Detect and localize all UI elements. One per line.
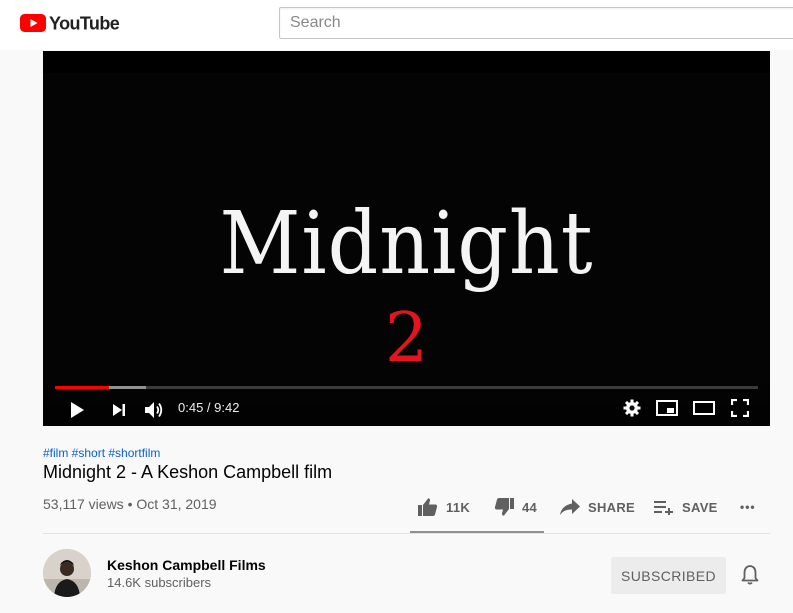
next-button[interactable] <box>107 398 131 422</box>
settings-button[interactable] <box>620 396 644 420</box>
dislike-count: 44 <box>522 499 538 515</box>
title-card-number: 2 <box>384 299 429 378</box>
volume-icon <box>145 402 163 418</box>
more-icon: ••• <box>740 500 756 514</box>
subscriber-count: 14.6K subscribers <box>107 575 212 590</box>
bell-icon <box>741 565 759 585</box>
title-card-text: Midnight <box>219 194 594 294</box>
like-button[interactable]: 11K <box>418 495 470 519</box>
subscribed-button[interactable]: SUBSCRIBED <box>611 557 726 594</box>
like-count: 11K <box>446 499 471 515</box>
fullscreen-button[interactable] <box>728 396 752 420</box>
notification-bell-button[interactable] <box>738 563 762 587</box>
volume-button[interactable] <box>141 397 167 423</box>
share-icon <box>560 499 580 515</box>
dislike-button[interactable]: 44 <box>494 495 537 519</box>
logo-text: YouTube <box>49 11 120 33</box>
video-player[interactable]: Midnight 2 0:45 / 9:42 <box>43 51 770 426</box>
theater-mode-icon <box>693 401 715 415</box>
gear-icon <box>623 399 641 417</box>
channel-name[interactable]: Keshon Campbell Films <box>107 557 266 573</box>
save-label: SAVE <box>682 499 718 515</box>
top-bar: YouTube <box>0 0 793 50</box>
miniplayer-button[interactable] <box>655 396 679 420</box>
share-label: SHARE <box>588 499 636 515</box>
theater-mode-button[interactable] <box>691 396 717 420</box>
next-icon <box>113 404 125 416</box>
hashtags-link[interactable]: #film #short #shortfilm <box>43 446 160 460</box>
thumbs-up-icon <box>418 498 438 516</box>
search-input[interactable] <box>280 8 793 38</box>
play-button[interactable] <box>65 398 89 422</box>
video-title: Midnight 2 - A Keshon Campbell film <box>43 462 333 482</box>
divider <box>43 533 770 534</box>
play-icon <box>71 402 84 418</box>
time-display: 0:45 / 9:42 <box>178 400 240 415</box>
channel-avatar-image <box>43 549 91 597</box>
share-button[interactable]: SHARE <box>560 495 635 519</box>
fullscreen-icon <box>731 399 749 417</box>
more-actions-button[interactable]: ••• <box>740 495 756 519</box>
youtube-logo[interactable]: YouTube <box>20 11 120 33</box>
miniplayer-icon <box>656 400 678 416</box>
save-button[interactable]: SAVE <box>654 495 718 519</box>
view-count-date: 53,117 views • Oct 31, 2019 <box>43 496 217 512</box>
progress-played <box>55 386 110 389</box>
channel-avatar[interactable] <box>43 549 91 597</box>
thumbs-down-icon <box>494 498 514 516</box>
youtube-logo-icon <box>20 14 46 32</box>
add-to-playlist-icon <box>654 501 673 515</box>
search-box <box>279 7 793 39</box>
progress-bar[interactable] <box>55 386 758 389</box>
